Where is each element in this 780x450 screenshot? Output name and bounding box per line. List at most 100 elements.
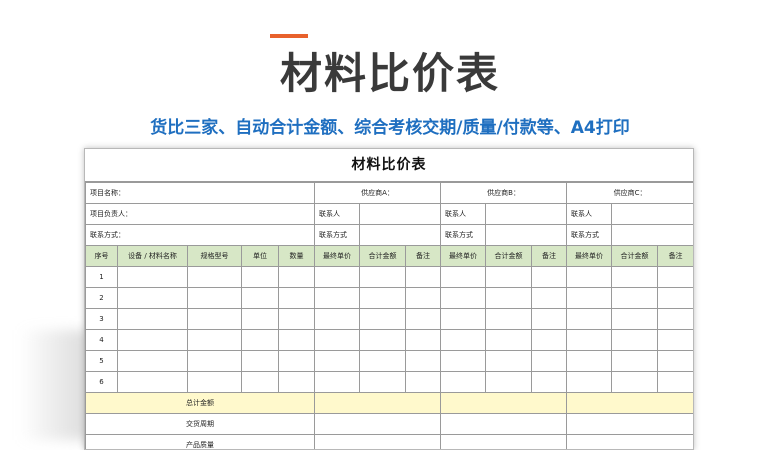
table-cell[interactable] <box>118 351 188 372</box>
table-cell[interactable] <box>360 309 406 330</box>
table-cell[interactable] <box>658 309 694 330</box>
table-cell[interactable] <box>242 309 279 330</box>
supplier-c-quality[interactable] <box>567 435 694 450</box>
table-cell[interactable] <box>486 351 532 372</box>
table-cell[interactable] <box>188 351 242 372</box>
table-cell[interactable] <box>658 330 694 351</box>
supplier-b-total-amount[interactable] <box>441 393 567 414</box>
table-cell[interactable] <box>242 267 279 288</box>
table-cell[interactable] <box>118 372 188 393</box>
table-cell[interactable] <box>188 372 242 393</box>
supplier-b-contact-value[interactable] <box>486 204 567 225</box>
table-cell[interactable] <box>612 351 658 372</box>
table-cell[interactable] <box>118 309 188 330</box>
table-cell[interactable] <box>532 267 567 288</box>
table-cell[interactable] <box>567 288 612 309</box>
table-cell[interactable] <box>658 372 694 393</box>
table-cell[interactable] <box>406 267 441 288</box>
table-cell[interactable] <box>360 351 406 372</box>
table-cell[interactable] <box>567 372 612 393</box>
table-cell[interactable] <box>612 330 658 351</box>
table-cell[interactable] <box>315 351 360 372</box>
table-cell[interactable] <box>567 267 612 288</box>
table-cell[interactable] <box>315 267 360 288</box>
table-cell[interactable] <box>612 372 658 393</box>
table-cell[interactable] <box>279 351 315 372</box>
header-seq: 序号 <box>86 246 118 267</box>
supplier-c-lead-time[interactable] <box>567 414 694 435</box>
table-row: 1 <box>86 267 694 288</box>
table-cell[interactable] <box>118 288 188 309</box>
table-cell[interactable] <box>242 330 279 351</box>
table-cell[interactable] <box>441 351 486 372</box>
table-cell[interactable] <box>441 330 486 351</box>
table-cell[interactable] <box>360 330 406 351</box>
table-cell[interactable] <box>658 288 694 309</box>
table-cell[interactable] <box>567 309 612 330</box>
supplier-a-contact-value[interactable] <box>360 204 441 225</box>
table-cell[interactable] <box>279 267 315 288</box>
supplier-b-lead-time[interactable] <box>441 414 567 435</box>
table-cell[interactable] <box>486 267 532 288</box>
table-cell[interactable] <box>188 309 242 330</box>
table-cell[interactable] <box>279 330 315 351</box>
contact-method-label: 联系方式： <box>86 225 315 246</box>
table-cell[interactable] <box>279 372 315 393</box>
table-cell[interactable] <box>360 288 406 309</box>
row-index: 4 <box>86 330 118 351</box>
table-cell[interactable] <box>406 351 441 372</box>
table-cell[interactable] <box>242 351 279 372</box>
table-cell[interactable] <box>118 330 188 351</box>
table-cell[interactable] <box>658 267 694 288</box>
table-cell[interactable] <box>567 351 612 372</box>
table-cell[interactable] <box>360 372 406 393</box>
table-cell[interactable] <box>315 309 360 330</box>
supplier-a-quality[interactable] <box>315 435 441 450</box>
table-cell[interactable] <box>486 330 532 351</box>
supplier-c-contact-value[interactable] <box>612 204 694 225</box>
table-cell[interactable] <box>118 267 188 288</box>
table-cell[interactable] <box>188 330 242 351</box>
supplier-c-total-amount[interactable] <box>567 393 694 414</box>
table-cell[interactable] <box>315 330 360 351</box>
supplier-a-method-value[interactable] <box>360 225 441 246</box>
header-b-note: 备注 <box>532 246 567 267</box>
table-cell[interactable] <box>188 288 242 309</box>
table-cell[interactable] <box>441 309 486 330</box>
table-cell[interactable] <box>406 309 441 330</box>
table-cell[interactable] <box>612 267 658 288</box>
table-cell[interactable] <box>658 351 694 372</box>
table-cell[interactable] <box>486 372 532 393</box>
table-cell[interactable] <box>406 288 441 309</box>
table-cell[interactable] <box>567 330 612 351</box>
table-cell[interactable] <box>532 288 567 309</box>
table-cell[interactable] <box>612 309 658 330</box>
table-cell[interactable] <box>441 372 486 393</box>
table-cell[interactable] <box>279 309 315 330</box>
table-cell[interactable] <box>441 267 486 288</box>
table-cell[interactable] <box>486 288 532 309</box>
table-cell[interactable] <box>242 372 279 393</box>
table-cell[interactable] <box>406 372 441 393</box>
table-cell[interactable] <box>315 288 360 309</box>
table-cell[interactable] <box>188 267 242 288</box>
total-amount-label: 总计金额 <box>86 393 315 414</box>
table-cell[interactable] <box>612 288 658 309</box>
table-cell[interactable] <box>441 288 486 309</box>
table-cell[interactable] <box>360 267 406 288</box>
table-cell[interactable] <box>532 351 567 372</box>
supplier-a-lead-time[interactable] <box>315 414 441 435</box>
table-cell[interactable] <box>486 309 532 330</box>
table-cell[interactable] <box>279 288 315 309</box>
row-index: 6 <box>86 372 118 393</box>
table-cell[interactable] <box>532 309 567 330</box>
supplier-b-method-value[interactable] <box>486 225 567 246</box>
supplier-c-method-value[interactable] <box>612 225 694 246</box>
table-cell[interactable] <box>315 372 360 393</box>
table-cell[interactable] <box>242 288 279 309</box>
table-cell[interactable] <box>532 372 567 393</box>
table-cell[interactable] <box>406 330 441 351</box>
supplier-b-quality[interactable] <box>441 435 567 450</box>
supplier-a-total-amount[interactable] <box>315 393 441 414</box>
table-cell[interactable] <box>532 330 567 351</box>
